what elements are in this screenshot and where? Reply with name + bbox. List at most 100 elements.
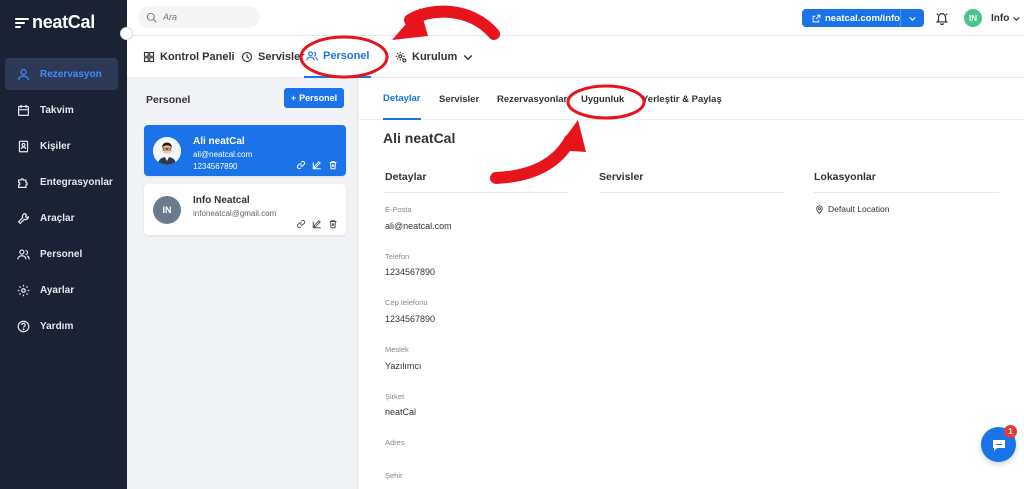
sidebar-item-ayarlar[interactable]: Ayarlar	[5, 274, 118, 306]
chat-widget-button[interactable]: 1	[981, 425, 1017, 462]
tab-yerlestir-paylas[interactable]: Yerleştir & Paylaş	[642, 78, 722, 120]
sidebar-item-label: Kişiler	[40, 140, 71, 152]
sidebar-item-takvim[interactable]: Takvim	[5, 94, 118, 126]
sidebar-item-entegrasyonlar[interactable]: Entegrasyonlar	[5, 166, 118, 198]
tab-uygunluk[interactable]: Uygunluk	[581, 78, 624, 120]
field-label-company: Şirket	[385, 392, 405, 401]
plus-icon: +	[290, 93, 297, 103]
help-icon	[17, 320, 30, 333]
staff-phone: 1234567890	[193, 162, 238, 171]
field-label-address: Adres	[385, 438, 405, 447]
tab-label: Personel	[323, 50, 370, 62]
calendar-icon	[17, 104, 30, 117]
main-tabs: Kontrol Paneli Servisler Personel Kurulu…	[127, 36, 1024, 78]
divider	[599, 192, 785, 193]
sidebar-nav: Rezervasyon Takvim Kişiler Entegrasyonla…	[5, 58, 118, 346]
sidebar-item-yardim[interactable]: Yardım	[5, 310, 118, 342]
staff-card-info[interactable]: IN Info Neatcal infoneatcal@gmail.com	[144, 184, 346, 235]
divider	[383, 192, 569, 193]
field-label-mobile: Cep telefonu	[385, 298, 428, 307]
field-label-city: Şehir	[385, 471, 403, 480]
chevron-down-icon	[463, 54, 473, 61]
trash-icon[interactable]	[328, 160, 338, 170]
tab-label: Kurulum	[412, 51, 458, 63]
add-staff-label: Personel	[299, 93, 338, 103]
tab-kurulum[interactable]: Kurulum	[395, 36, 474, 78]
logo-text: neatCal	[32, 12, 95, 32]
tab-personel[interactable]: Personel	[304, 36, 372, 78]
staff-avatar: IN	[153, 196, 181, 224]
booking-url-label: neatcal.com/info	[825, 12, 900, 24]
puzzle-icon	[17, 176, 30, 189]
tab-servisler[interactable]: Servisler	[241, 36, 304, 78]
staff-list-title: Personel	[146, 94, 191, 106]
link-icon[interactable]	[296, 160, 306, 170]
field-label-email: E-Posta	[385, 205, 412, 214]
dashboard-icon	[143, 51, 155, 63]
sidebar: neatCal Rezervasyon Takvim Kişiler Enteg…	[0, 0, 127, 489]
booking-url-dropdown[interactable]	[900, 9, 924, 27]
app-logo[interactable]: neatCal	[15, 12, 95, 33]
staff-name: Info Neatcal	[193, 195, 250, 206]
field-value-mobile: 1234567890	[385, 314, 436, 324]
edit-icon[interactable]	[312, 219, 322, 229]
tab-label: Servisler	[258, 51, 305, 63]
chevron-down-icon	[909, 16, 916, 21]
contacts-icon	[17, 140, 30, 153]
sidebar-item-kisiler[interactable]: Kişiler	[5, 130, 118, 162]
staff-card-ali[interactable]: Ali neatCal ali@neatcal.com 1234567890	[144, 125, 346, 176]
search-input[interactable]	[163, 12, 253, 22]
sidebar-item-rezervasyon[interactable]: Rezervasyon	[5, 58, 118, 90]
person-photo-icon	[153, 137, 181, 165]
details-column-heading: Detaylar	[385, 171, 427, 183]
notification-bell-icon[interactable]	[935, 11, 949, 25]
field-value-phone: 1234567890	[385, 267, 436, 277]
users-icon	[306, 51, 318, 61]
sidebar-item-label: Ayarlar	[40, 284, 75, 296]
staff-card-actions	[296, 219, 338, 229]
sidebar-item-label: Rezervasyon	[40, 68, 102, 80]
sidebar-item-label: Entegrasyonlar	[40, 176, 113, 188]
staff-name: Ali neatCal	[193, 136, 245, 147]
location-name: Default Location	[828, 204, 890, 214]
search-box[interactable]	[138, 6, 260, 28]
field-label-occupation: Meslek	[385, 345, 409, 354]
add-staff-button[interactable]: + Personel	[284, 88, 344, 108]
booking-url-button-group: neatcal.com/info	[802, 9, 924, 27]
sidebar-item-personel[interactable]: Personel	[5, 238, 118, 270]
user-name[interactable]: Info	[991, 13, 1009, 24]
staff-card-actions	[296, 160, 338, 170]
field-value-email: ali@neatcal.com	[385, 221, 452, 231]
sidebar-item-label: Araçlar	[40, 212, 75, 224]
staff-email: infoneatcal@gmail.com	[193, 209, 277, 218]
wrench-icon	[17, 212, 30, 225]
field-label-phone: Telefon	[385, 252, 410, 261]
field-value-company: neatCal	[385, 407, 417, 417]
tab-servisler[interactable]: Servisler	[439, 78, 479, 120]
link-icon[interactable]	[296, 219, 306, 229]
sidebar-item-araclar[interactable]: Araçlar	[5, 202, 118, 234]
sidebar-item-label: Yardım	[40, 320, 74, 332]
map-pin-icon	[816, 204, 823, 214]
tab-kontrol-paneli[interactable]: Kontrol Paneli	[143, 36, 235, 78]
user-icon	[17, 68, 30, 81]
chat-icon	[992, 439, 1005, 451]
user-avatar[interactable]: IN	[964, 9, 982, 27]
sidebar-item-label: Personel	[40, 248, 83, 260]
booking-url-button[interactable]: neatcal.com/info	[802, 9, 900, 27]
search-icon	[146, 12, 157, 23]
chevron-down-icon[interactable]	[1012, 14, 1021, 23]
person-title: Ali neatCal	[383, 130, 456, 146]
location-item: Default Location	[815, 204, 889, 214]
services-column-heading: Servisler	[599, 171, 644, 183]
edit-icon[interactable]	[312, 160, 322, 170]
tab-rezervasyonlar[interactable]: Rezervasyonlar	[497, 78, 567, 120]
clock-icon	[241, 51, 253, 63]
tab-detaylar[interactable]: Detaylar	[383, 78, 421, 120]
sidebar-collapse-toggle[interactable]	[120, 27, 133, 40]
top-bar: neatcal.com/info IN Info	[127, 0, 1024, 36]
trash-icon[interactable]	[328, 219, 338, 229]
logo-icon	[15, 17, 29, 29]
staff-avatar	[153, 137, 181, 165]
locations-column-heading: Lokasyonlar	[814, 171, 876, 183]
